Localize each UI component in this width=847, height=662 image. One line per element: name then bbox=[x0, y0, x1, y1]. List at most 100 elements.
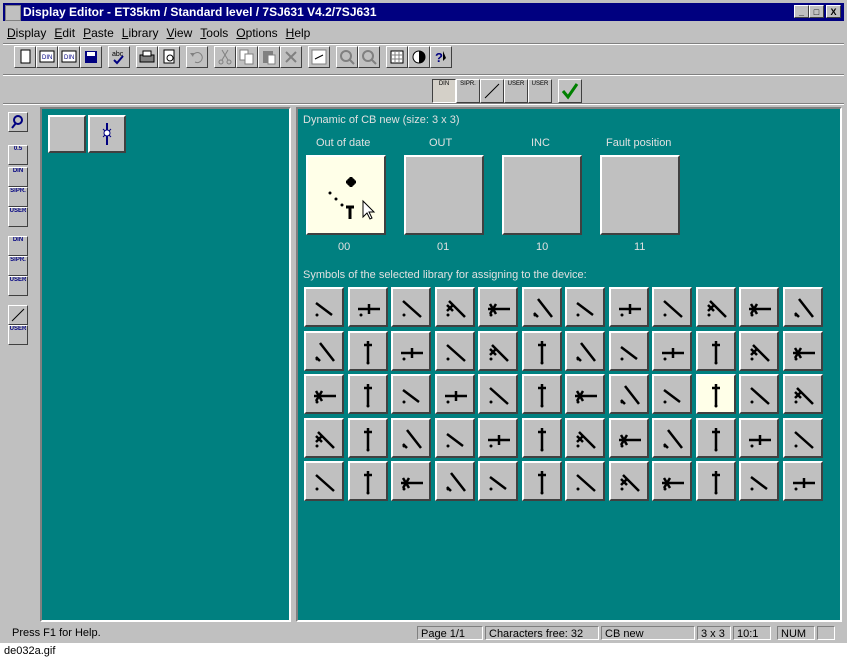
symbol-cell[interactable] bbox=[304, 461, 344, 501]
din-library-button[interactable]: DIN bbox=[432, 79, 456, 103]
symbol-cell[interactable] bbox=[608, 417, 649, 458]
symbol-cell[interactable] bbox=[782, 330, 823, 371]
symbol-cell[interactable] bbox=[565, 330, 605, 371]
symbol-cell[interactable] bbox=[347, 330, 388, 371]
symbol-cell[interactable] bbox=[782, 374, 823, 414]
symbol-cell[interactable] bbox=[782, 287, 823, 327]
symbol-cell[interactable] bbox=[695, 417, 736, 458]
user-line-button[interactable]: USER bbox=[504, 79, 528, 103]
delete-icon[interactable] bbox=[280, 46, 302, 68]
symbol-cell[interactable] bbox=[652, 417, 692, 458]
symbol-cell[interactable] bbox=[478, 417, 518, 458]
symbol-cell[interactable] bbox=[739, 461, 779, 501]
state-slot-10[interactable] bbox=[502, 155, 582, 235]
symbol-cell[interactable] bbox=[521, 461, 562, 501]
magnifier-icon[interactable] bbox=[8, 112, 28, 132]
din-tool[interactable]: DIN bbox=[8, 167, 28, 187]
symbol-cell[interactable] bbox=[695, 461, 736, 501]
symbol-cell[interactable] bbox=[391, 461, 431, 501]
symbol-cell[interactable] bbox=[608, 330, 649, 371]
symbol-cell[interactable] bbox=[739, 417, 779, 458]
app-icon[interactable] bbox=[5, 5, 21, 21]
menu-help[interactable]: Help bbox=[282, 24, 315, 42]
symbol-cell[interactable] bbox=[391, 417, 431, 458]
user-tool[interactable]: USER bbox=[8, 207, 28, 227]
symbol-cell[interactable] bbox=[391, 330, 431, 371]
symbol-cell[interactable] bbox=[652, 330, 692, 371]
symbol-cell[interactable] bbox=[304, 374, 344, 414]
line-tool[interactable] bbox=[8, 305, 28, 325]
symbol-cell[interactable] bbox=[565, 461, 605, 501]
symbol-cell[interactable] bbox=[521, 417, 562, 458]
symbol-cell[interactable] bbox=[434, 330, 475, 371]
symbol-cell[interactable] bbox=[434, 461, 475, 501]
spellcheck-icon[interactable]: abc bbox=[108, 46, 130, 68]
symbol-cell[interactable] bbox=[652, 374, 692, 414]
grid-icon[interactable] bbox=[386, 46, 408, 68]
copy-icon[interactable] bbox=[236, 46, 258, 68]
symbol-cell[interactable] bbox=[739, 287, 779, 327]
symbol-cell[interactable] bbox=[478, 330, 518, 371]
symbol-cell[interactable] bbox=[347, 417, 388, 458]
sipr-tool-2[interactable]: SIPR. bbox=[8, 256, 28, 276]
symbol-cell[interactable] bbox=[521, 330, 562, 371]
symbol-cell[interactable] bbox=[739, 330, 779, 371]
title-bar[interactable]: Display Editor - ET35km / Standard level… bbox=[3, 3, 844, 21]
state-slot-00[interactable] bbox=[306, 155, 386, 235]
print-preview-icon[interactable] bbox=[158, 46, 180, 68]
symbol-cell[interactable] bbox=[478, 374, 518, 414]
scale-button[interactable]: 0.5 bbox=[8, 145, 28, 165]
check-icon[interactable] bbox=[558, 79, 582, 103]
zoom-in-icon[interactable] bbox=[336, 46, 358, 68]
cut-icon[interactable] bbox=[214, 46, 236, 68]
menu-display[interactable]: Display bbox=[3, 24, 50, 42]
symbol-cell[interactable] bbox=[695, 374, 736, 414]
symbol-cell[interactable] bbox=[304, 417, 344, 458]
symbol-cell[interactable] bbox=[391, 374, 431, 414]
symbol-cell[interactable] bbox=[521, 374, 562, 414]
symbol-cell[interactable] bbox=[304, 287, 344, 327]
minimize-button[interactable]: _ bbox=[794, 5, 809, 18]
empty-object-slot[interactable] bbox=[48, 115, 86, 153]
close-button[interactable]: X bbox=[826, 5, 841, 18]
symbol-cell[interactable] bbox=[608, 461, 649, 501]
print-icon[interactable] bbox=[136, 46, 158, 68]
line-tool-button[interactable] bbox=[480, 79, 504, 103]
symbol-cell[interactable] bbox=[478, 461, 518, 501]
user-tool-2[interactable]: USER bbox=[8, 276, 28, 296]
state-slot-11[interactable] bbox=[600, 155, 680, 235]
symbol-icon[interactable] bbox=[308, 46, 330, 68]
symbol-cell[interactable] bbox=[652, 287, 692, 327]
symbol-cell[interactable] bbox=[434, 374, 475, 414]
symbol-cell[interactable] bbox=[652, 461, 692, 501]
menu-library[interactable]: Library bbox=[118, 24, 163, 42]
cb-object-slot[interactable] bbox=[88, 115, 126, 153]
menu-options[interactable]: Options bbox=[232, 24, 281, 42]
symbol-cell[interactable] bbox=[304, 330, 344, 371]
symbol-cell[interactable] bbox=[434, 287, 475, 327]
symbol-cell[interactable] bbox=[608, 287, 649, 327]
symbol-cell[interactable] bbox=[565, 287, 605, 327]
symbol-cell[interactable] bbox=[521, 287, 562, 327]
zoom-out-icon[interactable] bbox=[358, 46, 380, 68]
symbol-cell[interactable] bbox=[565, 374, 605, 414]
symbol-cell[interactable] bbox=[695, 287, 736, 327]
save-icon[interactable] bbox=[80, 46, 102, 68]
symbol-cell[interactable] bbox=[391, 287, 431, 327]
symbol-cell[interactable] bbox=[782, 417, 823, 458]
menu-paste[interactable]: Paste bbox=[79, 24, 118, 42]
sipr-library-button[interactable]: SIPR. bbox=[456, 79, 480, 103]
symbol-cell[interactable] bbox=[695, 330, 736, 371]
symbol-cell[interactable] bbox=[347, 461, 388, 501]
din-tool-2[interactable]: DIN bbox=[8, 236, 28, 256]
symbol-cell[interactable] bbox=[739, 374, 779, 414]
menu-edit[interactable]: Edit bbox=[50, 24, 79, 42]
sipr-tool[interactable]: SIPR. bbox=[8, 187, 28, 207]
contrast-icon[interactable] bbox=[408, 46, 430, 68]
user-library-button[interactable]: USER bbox=[528, 79, 552, 103]
symbol-cell[interactable] bbox=[565, 417, 605, 458]
menu-view[interactable]: View bbox=[162, 24, 196, 42]
help-icon[interactable]: ? bbox=[430, 46, 452, 68]
undo-icon[interactable] bbox=[186, 46, 208, 68]
symbol-cell[interactable] bbox=[347, 287, 388, 327]
